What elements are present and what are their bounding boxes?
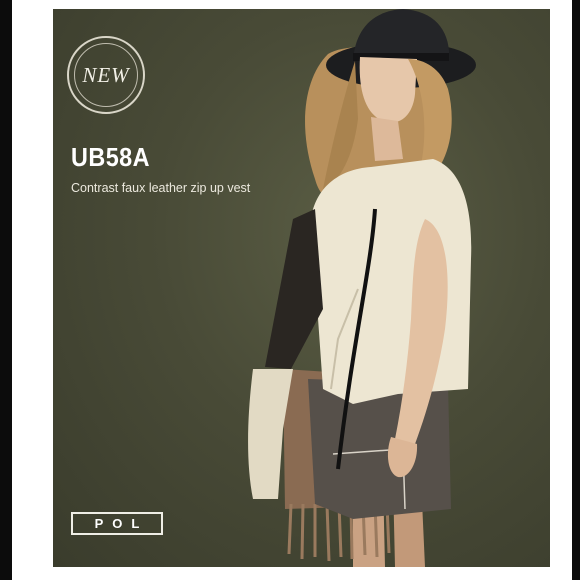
brand-logo-box: POL — [71, 512, 163, 535]
leather-panel — [308, 379, 451, 519]
new-badge: NEW — [67, 36, 145, 114]
product-description: Contrast faux leather zip up vest — [71, 181, 251, 195]
left-frame-border — [0, 0, 12, 580]
vest-lining — [265, 209, 323, 369]
brand-name: POL — [94, 516, 149, 531]
neck — [371, 117, 403, 161]
right-frame-border — [572, 0, 580, 580]
product-code: UB58A — [71, 142, 150, 172]
product-panel: NEW UB58A Contrast faux leather zip up v… — [53, 9, 550, 567]
badge-label: NEW — [82, 62, 130, 87]
